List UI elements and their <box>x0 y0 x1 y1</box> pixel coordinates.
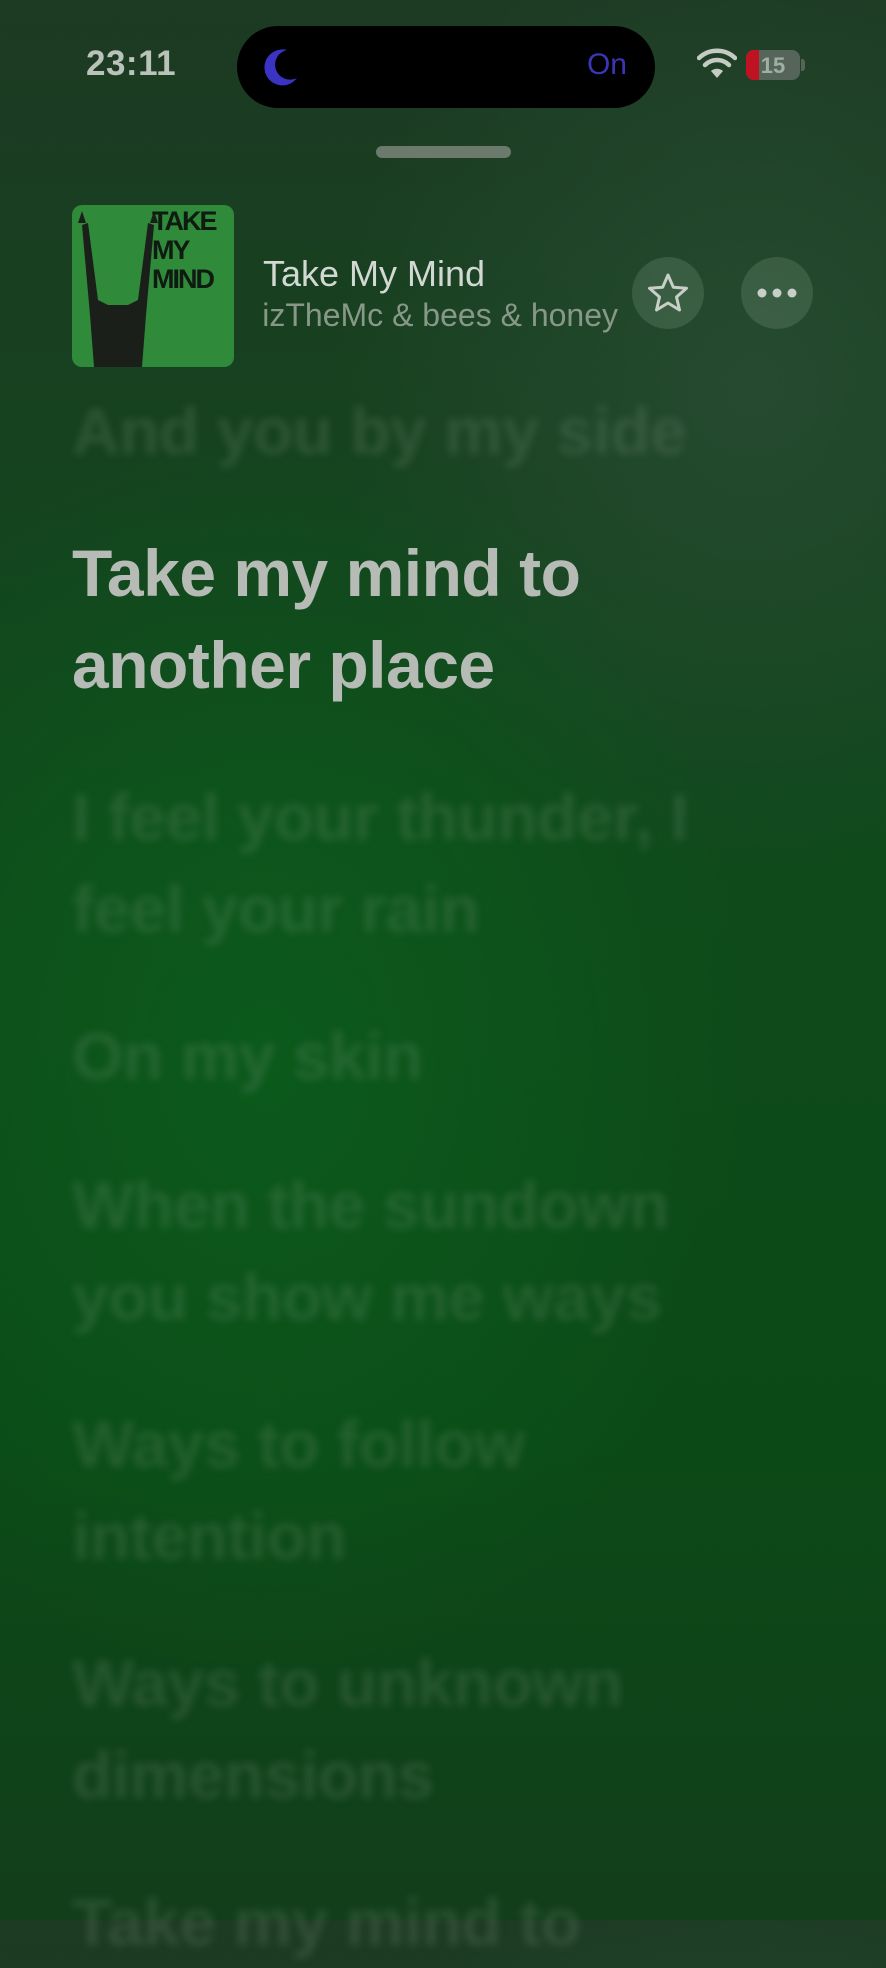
lyric-line[interactable]: Ways to follow intention <box>72 1398 792 1582</box>
favorite-button[interactable] <box>632 257 704 329</box>
focus-status-label: On <box>586 48 627 81</box>
sheet-grabber[interactable] <box>376 146 511 158</box>
song-artist: izTheMc & bees & honey <box>263 297 618 333</box>
more-options-button[interactable] <box>741 257 813 329</box>
album-art-title: TAKE MY MIND <box>152 206 218 294</box>
song-title[interactable]: Take My Mind <box>263 253 485 295</box>
ellipsis-icon <box>757 288 797 298</box>
battery-level-text: 15 <box>760 53 786 78</box>
lyric-line[interactable]: And you by my side <box>72 385 792 477</box>
moon-icon <box>264 49 297 86</box>
battery-icon: 15 <box>746 50 800 80</box>
wifi-icon <box>697 48 737 78</box>
lyric-line[interactable]: Ways to unknown dimensions <box>72 1637 792 1821</box>
lyric-line[interactable]: On my skin <box>72 1010 792 1102</box>
star-icon <box>648 273 688 312</box>
battery-cap <box>801 59 805 71</box>
lyric-line-active[interactable]: Take my mind to another place <box>72 527 792 711</box>
dynamic-island-focus[interactable]: On <box>237 26 655 108</box>
status-time: 23:11 <box>86 44 177 83</box>
lyric-line[interactable]: Take my mind to <box>72 1876 792 1968</box>
lyric-line[interactable]: I feel your thunder, I feel your rain <box>72 771 792 955</box>
album-art[interactable]: TAKE MY MIND <box>72 205 234 367</box>
lyric-line[interactable]: When the sundown you show me ways <box>72 1159 792 1343</box>
song-artist-container[interactable]: izTheMc & bees & honey <box>263 297 618 341</box>
